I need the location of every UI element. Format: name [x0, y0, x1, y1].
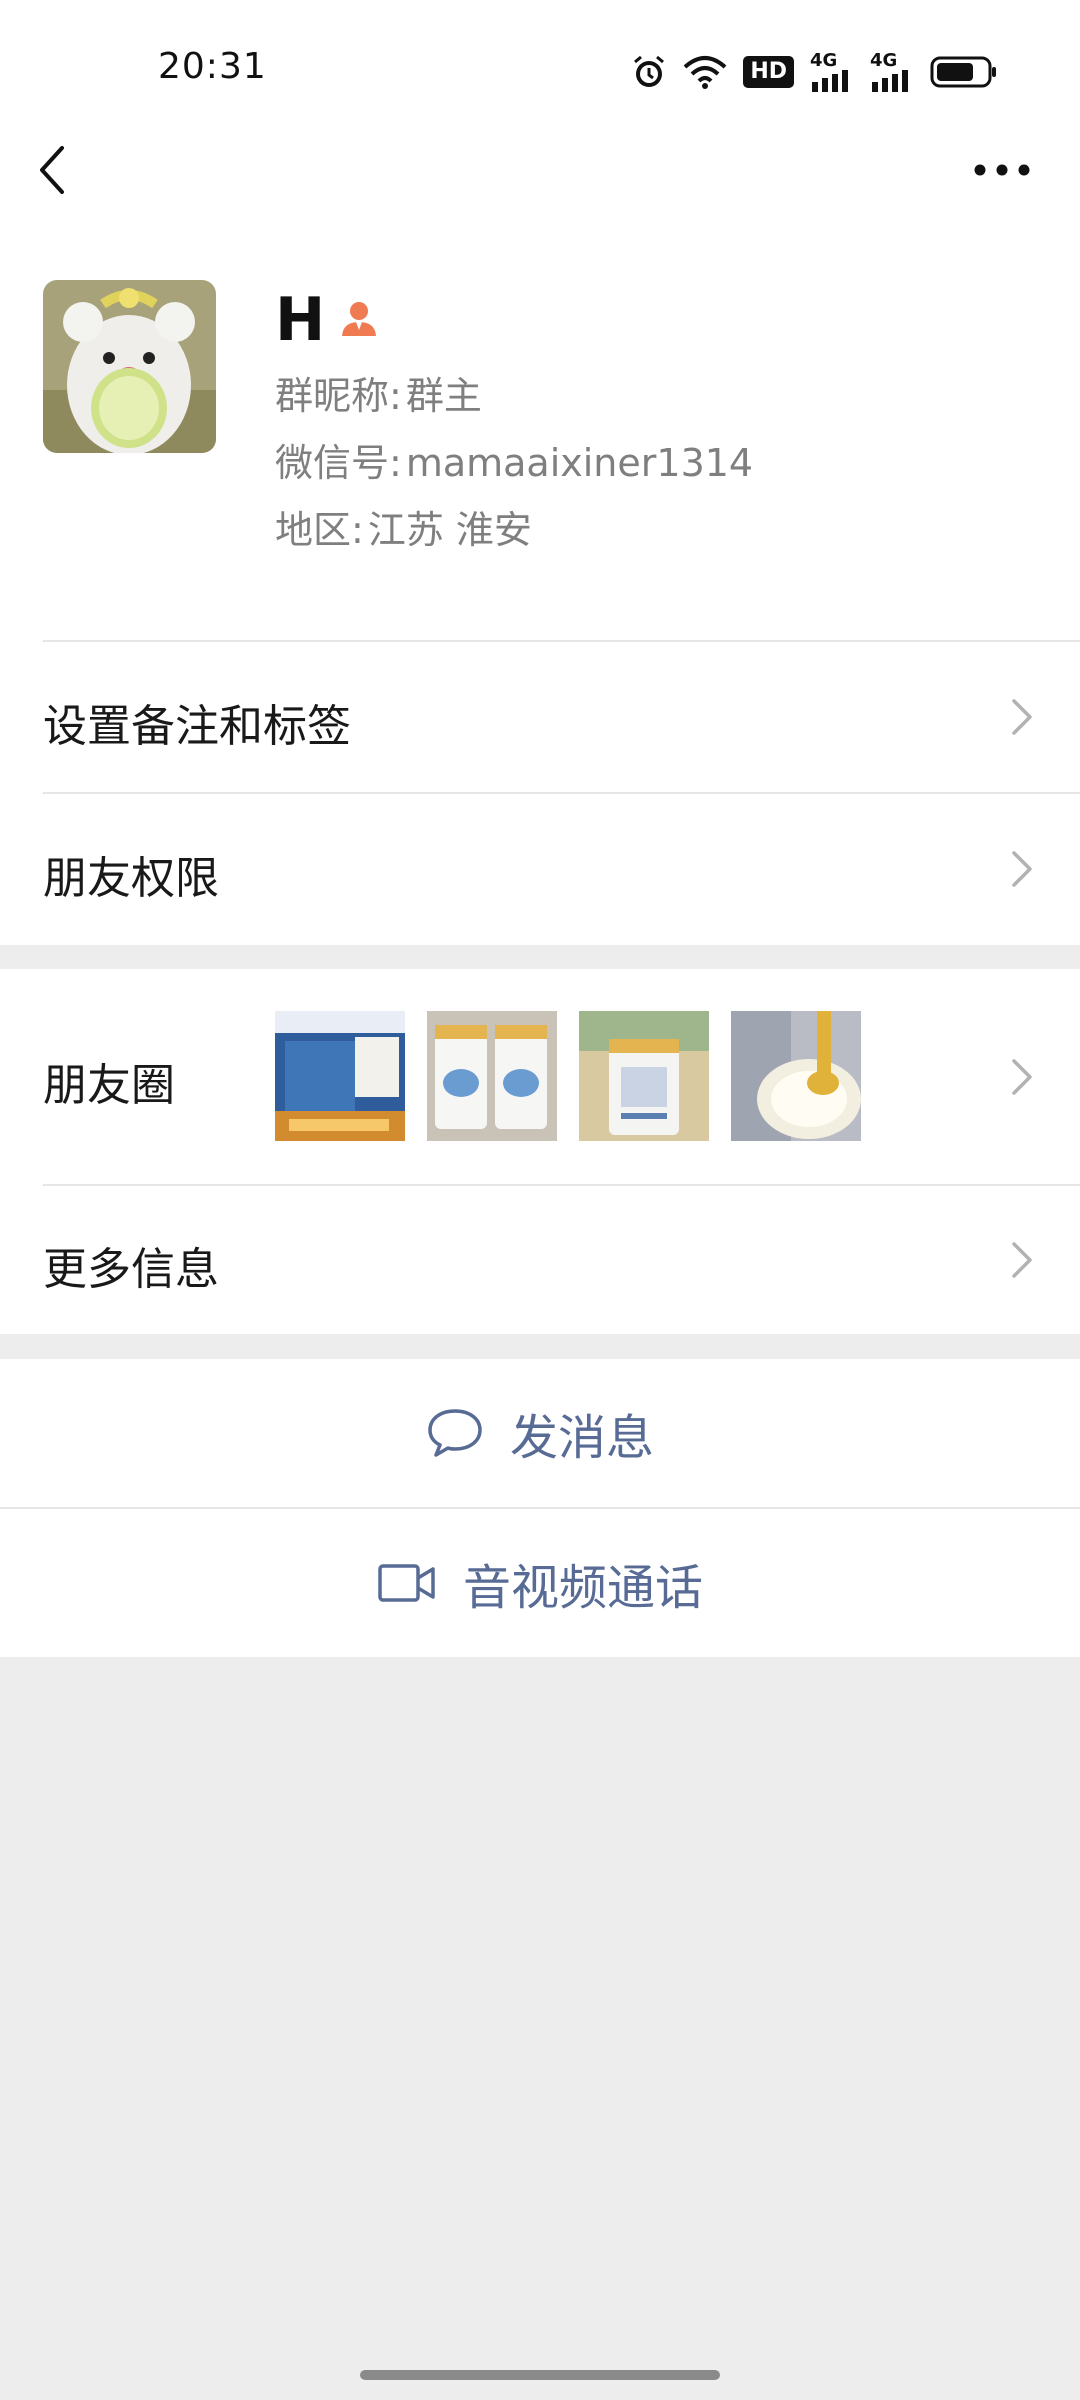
moments-label: 朋友圈 [43, 1060, 175, 1111]
network-type-label: 4G [810, 50, 838, 71]
wifi-icon [683, 55, 727, 89]
wechat-id-line: 微信号: mamaaixiner1314 [275, 437, 753, 489]
status-icons: HD 4G 4G [631, 50, 998, 94]
more-info-row[interactable]: 更多信息 [0, 1186, 1080, 1334]
signal-icon: 4G [870, 52, 914, 92]
status-time: 20:31 [158, 46, 267, 87]
owner-person-icon [339, 298, 379, 342]
video-camera-icon [378, 1564, 435, 1602]
region-line: 地区: 江苏 淮安 [275, 504, 532, 556]
more-info-label: 更多信息 [43, 1244, 219, 1295]
send-message-button[interactable]: 发消息 [0, 1359, 1080, 1507]
moments-thumbnail[interactable] [731, 1011, 861, 1141]
back-button[interactable] [30, 140, 80, 200]
group-nickname-line: 群昵称: 群主 [275, 370, 482, 422]
av-call-label: 音视频通话 [462, 1560, 703, 1616]
chevron-right-icon [1012, 1059, 1032, 1095]
profile-name: H [275, 285, 326, 355]
friend-permissions-label: 朋友权限 [43, 853, 219, 904]
chevron-right-icon [1012, 851, 1032, 887]
name-row: H [275, 280, 379, 360]
moments-thumbnail[interactable] [579, 1011, 709, 1141]
wechat-id-value[interactable]: mamaaixiner1314 [406, 441, 753, 485]
chat-bubble-icon [428, 1409, 482, 1457]
moments-row[interactable]: 朋友圈 [0, 969, 1080, 1185]
remark-tags-row[interactable]: 设置备注和标签 [0, 642, 1080, 792]
send-message-label: 发消息 [509, 1410, 654, 1466]
chevron-right-icon [1012, 1242, 1032, 1278]
network-type-label: 4G [870, 50, 898, 71]
group-nickname-label: 群昵称: [275, 374, 402, 418]
chevron-right-icon [1012, 699, 1032, 735]
more-button[interactable] [972, 150, 1032, 190]
remark-tags-label: 设置备注和标签 [43, 701, 351, 752]
avatar[interactable] [43, 280, 216, 453]
wechat-id-label: 微信号: [275, 441, 402, 485]
moments-thumbnail[interactable] [275, 1011, 405, 1141]
group-nickname-value: 群主 [405, 374, 482, 418]
battery-icon [930, 56, 998, 88]
region-value: 江苏 淮安 [367, 508, 532, 552]
friend-permissions-row[interactable]: 朋友权限 [0, 794, 1080, 944]
chevron-left-icon [40, 146, 64, 194]
more-dots-icon [974, 164, 1030, 176]
signal-icon: 4G [810, 52, 854, 92]
home-indicator[interactable] [360, 2370, 720, 2380]
alarm-icon [631, 54, 667, 90]
hd-icon: HD [743, 56, 794, 88]
av-call-button[interactable]: 音视频通话 [0, 1509, 1080, 1657]
moments-thumbnail[interactable] [427, 1011, 557, 1141]
region-label: 地区: [275, 508, 364, 552]
